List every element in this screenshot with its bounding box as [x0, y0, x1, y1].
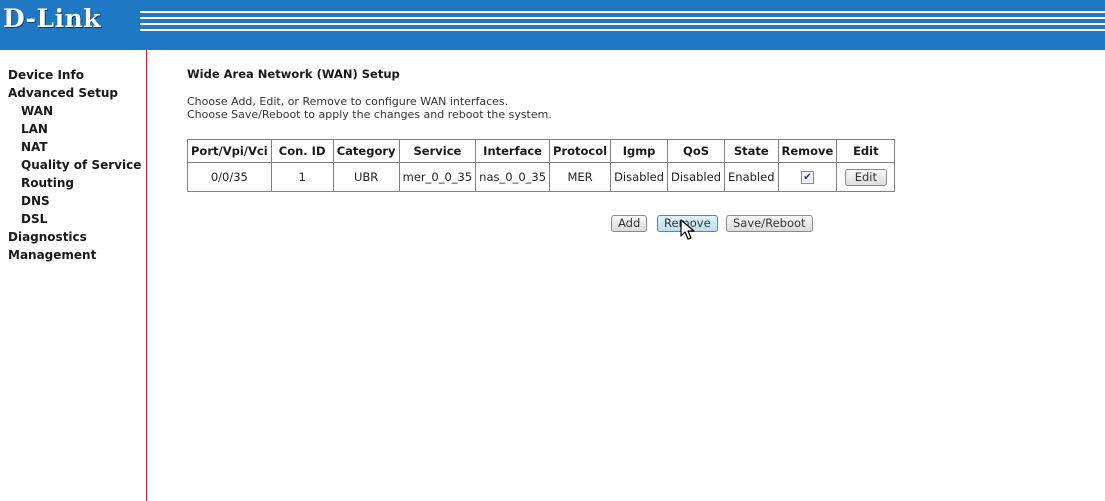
page-title: Wide Area Network (WAN) Setup: [187, 67, 400, 81]
remove-checkbox[interactable]: ✔: [800, 171, 814, 184]
sidebar-item-lan[interactable]: LAN: [0, 120, 146, 138]
column-header-qos: QoS: [667, 139, 726, 163]
cell-category: UBR: [332, 162, 400, 192]
main-content: Wide Area Network (WAN) Setup Choose Add…: [187, 66, 1087, 232]
sidebar-item-nat[interactable]: NAT: [0, 138, 146, 156]
sidebar-nav: Device Info Advanced Setup WAN LAN NAT Q…: [0, 50, 147, 501]
sidebar-item-advanced-setup[interactable]: Advanced Setup: [0, 84, 146, 102]
header-banner: D-Link: [0, 0, 1105, 50]
cell-state: Enabled: [724, 162, 779, 192]
page-description: Choose Add, Edit, or Remove to configure…: [187, 95, 1087, 121]
header-stripe: [140, 11, 1105, 13]
sidebar-item-dsl[interactable]: DSL: [0, 210, 146, 228]
cell-qos: Disabled: [667, 162, 726, 192]
column-header-state: State: [724, 139, 779, 163]
column-header-port-vpi-vci: Port/Vpi/Vci: [187, 139, 272, 163]
header-stripe: [140, 29, 1105, 31]
edit-button[interactable]: Edit: [844, 168, 887, 186]
cell-edit: Edit: [836, 162, 896, 192]
mouse-pointer-icon: [680, 219, 695, 240]
cell-service: mer_0_0_35: [398, 162, 477, 192]
column-header-igmp: Igmp: [610, 139, 669, 163]
table-row: 0/0/35 1 UBR mer_0_0_35 nas_0_0_35 MER D…: [187, 162, 896, 192]
wan-interfaces-table: Port/Vpi/Vci Con. ID Category Service In…: [187, 139, 896, 192]
sidebar-item-device-info[interactable]: Device Info: [0, 66, 146, 84]
cell-port: 0/0/35: [187, 162, 272, 192]
column-header-interface: Interface: [475, 139, 551, 163]
sidebar-item-wan[interactable]: WAN: [0, 102, 146, 120]
description-line: Choose Save/Reboot to apply the changes …: [187, 108, 552, 121]
sidebar-item-routing[interactable]: Routing: [0, 174, 146, 192]
sidebar-item-management[interactable]: Management: [0, 246, 146, 264]
save-reboot-button[interactable]: Save/Reboot: [726, 215, 813, 232]
column-header-protocol: Protocol: [549, 139, 612, 163]
dlink-logo: D-Link: [3, 4, 102, 33]
column-header-remove: Remove: [777, 139, 838, 163]
cell-con-id: 1: [270, 162, 334, 192]
cell-protocol: MER: [549, 162, 612, 192]
header-stripe: [140, 17, 1105, 19]
sidebar-item-dns[interactable]: DNS: [0, 192, 146, 210]
header-stripe: [140, 23, 1105, 25]
description-line: Choose Add, Edit, or Remove to configure…: [187, 95, 509, 108]
add-button[interactable]: Add: [611, 215, 648, 232]
table-header-row: Port/Vpi/Vci Con. ID Category Service In…: [187, 139, 896, 163]
sidebar-item-diagnostics[interactable]: Diagnostics: [0, 228, 146, 246]
column-header-category: Category: [332, 139, 400, 163]
cell-igmp: Disabled: [610, 162, 669, 192]
column-header-service: Service: [398, 139, 477, 163]
sidebar-item-quality-of-service[interactable]: Quality of Service: [0, 156, 146, 174]
cell-remove: ✔: [777, 162, 838, 192]
cell-interface: nas_0_0_35: [475, 162, 551, 192]
column-header-con-id: Con. ID: [270, 139, 334, 163]
column-header-edit: Edit: [836, 139, 896, 163]
